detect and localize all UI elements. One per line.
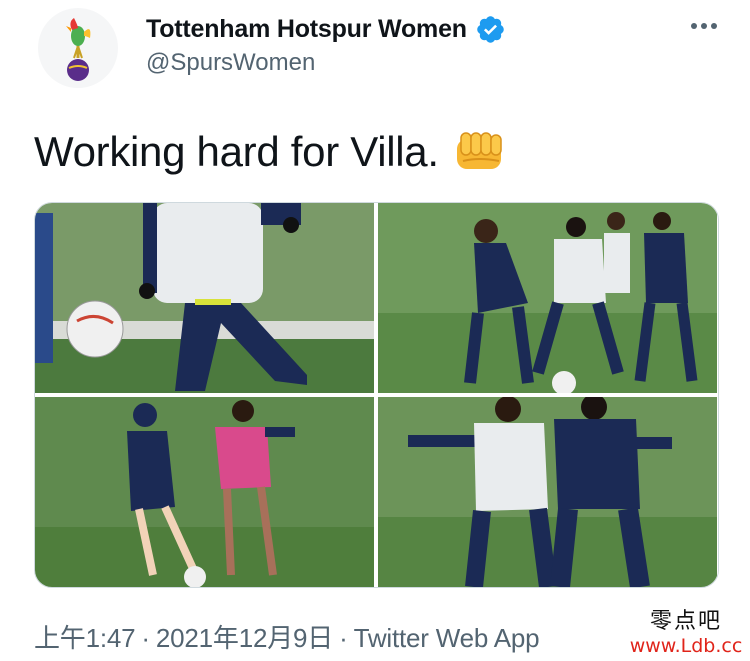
tweet-text-content: Working hard for Villa.	[34, 128, 439, 175]
display-name[interactable]: Tottenham Hotspur Women	[146, 15, 467, 44]
cockerel-on-ball-logo-icon	[38, 8, 118, 88]
more-options-icon	[691, 23, 697, 29]
media-photo-4[interactable]	[378, 397, 717, 587]
training-photo-image	[35, 203, 374, 393]
tweet-time[interactable]: 上午1:47	[34, 623, 136, 653]
oncoming-fist-icon	[456, 132, 502, 169]
training-photo-image	[378, 203, 717, 393]
more-options-button[interactable]	[688, 16, 720, 36]
watermark-title: 零点吧	[649, 609, 722, 634]
meta-separator: ·	[141, 623, 150, 653]
media-photo-3[interactable]	[35, 397, 374, 587]
account-handle[interactable]: @SpursWomen	[146, 49, 315, 77]
training-photo-image	[35, 397, 374, 587]
tweet-text: Working hard for Villa.	[34, 124, 507, 180]
avatar[interactable]	[38, 8, 118, 88]
watermark: 零点吧 www.Ldb.cc	[628, 610, 744, 660]
training-photo-image	[378, 397, 717, 587]
verified-badge-icon	[477, 15, 504, 43]
tweet-source[interactable]: Twitter Web App	[354, 623, 540, 653]
watermark-url: www.Ldb.cc	[629, 635, 743, 657]
tweet-date[interactable]: 2021年12月9日	[156, 623, 333, 653]
media-photo-2[interactable]	[378, 203, 717, 393]
media-photo-1[interactable]	[35, 203, 374, 393]
meta-separator: ·	[339, 623, 348, 653]
tweet-meta: 上午1:47 · 2021年12月9日 · Twitter Web App	[34, 618, 540, 655]
media-grid	[34, 202, 719, 588]
